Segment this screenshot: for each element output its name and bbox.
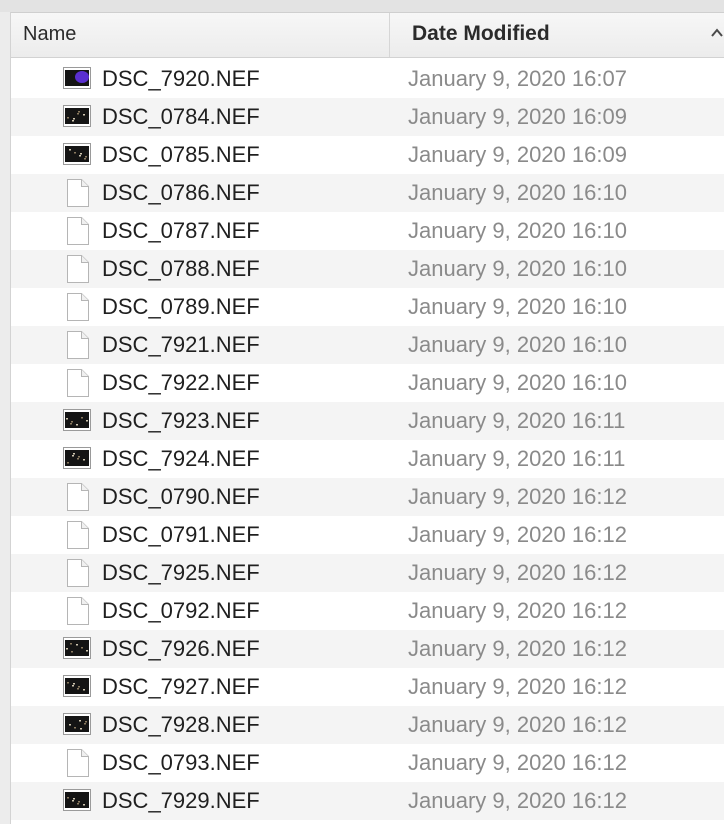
image-thumbnail-icon (63, 409, 91, 431)
file-name: DSC_0789.NEF (102, 294, 260, 319)
file-name: DSC_7929.NEF (102, 788, 260, 813)
file-row[interactable]: DSC_7921.NEF January 9, 2020 16:10 (11, 326, 724, 364)
image-thumbnail-icon (63, 143, 91, 165)
sidebar-edge (0, 12, 11, 824)
file-date-modified: January 9, 2020 16:12 (408, 636, 627, 661)
file-row[interactable]: DSC_7920.NEF January 9, 2020 16:07 (11, 60, 724, 98)
file-row[interactable]: DSC_0784.NEF January 9, 2020 16:09 (11, 98, 724, 136)
file-name: DSC_0793.NEF (102, 750, 260, 775)
file-name: DSC_7926.NEF (102, 636, 260, 661)
image-thumbnail-icon (63, 637, 91, 659)
file-name: DSC_0788.NEF (102, 256, 260, 281)
file-name: DSC_7927.NEF (102, 674, 260, 699)
file-date-modified: January 9, 2020 16:11 (408, 408, 626, 433)
image-thumbnail-icon (63, 713, 91, 735)
document-icon (67, 483, 89, 511)
file-date-modified: January 9, 2020 16:10 (408, 256, 627, 281)
file-row[interactable]: DSC_0789.NEF January 9, 2020 16:10 (11, 288, 724, 326)
name-column-header[interactable]: Name (11, 13, 390, 57)
file-row[interactable]: DSC_7923.NEF January 9, 2020 16:11 (11, 402, 724, 440)
document-icon (67, 293, 89, 321)
file-date-modified: January 9, 2020 16:10 (408, 218, 627, 243)
document-icon (67, 179, 89, 207)
file-date-modified: January 9, 2020 16:12 (408, 560, 627, 585)
file-date-modified: January 9, 2020 16:07 (408, 66, 627, 91)
file-date-modified: January 9, 2020 16:12 (408, 750, 627, 775)
file-name: DSC_0786.NEF (102, 180, 260, 205)
sort-ascending-chevron-icon (711, 28, 723, 37)
image-thumbnail-icon (63, 447, 91, 469)
document-icon (67, 217, 89, 245)
file-date-modified: January 9, 2020 16:12 (408, 484, 627, 509)
file-name: DSC_7923.NEF (102, 408, 260, 433)
file-row[interactable]: DSC_7924.NEF January 9, 2020 16:11 (11, 440, 724, 478)
file-name: DSC_0790.NEF (102, 484, 260, 509)
file-date-modified: January 9, 2020 16:12 (408, 712, 627, 737)
file-name: DSC_0792.NEF (102, 598, 260, 623)
document-icon (67, 369, 89, 397)
document-icon (67, 597, 89, 625)
file-row[interactable]: DSC_7928.NEF January 9, 2020 16:12 (11, 706, 724, 744)
image-thumbnail-icon-purple (63, 67, 91, 89)
file-name: DSC_0785.NEF (102, 142, 260, 167)
date-modified-column-label: Date Modified (412, 22, 550, 45)
file-name: DSC_7924.NEF (102, 446, 260, 471)
file-name: DSC_0791.NEF (102, 522, 260, 547)
file-date-modified: January 9, 2020 16:10 (408, 370, 627, 395)
document-icon (67, 331, 89, 359)
file-date-modified: January 9, 2020 16:10 (408, 332, 627, 357)
document-icon (67, 521, 89, 549)
file-row[interactable]: DSC_0793.NEF January 9, 2020 16:12 (11, 744, 724, 782)
name-column-label: Name (23, 23, 77, 45)
file-date-modified: January 9, 2020 16:12 (408, 674, 627, 699)
document-icon (67, 559, 89, 587)
file-row[interactable]: DSC_7926.NEF January 9, 2020 16:12 (11, 630, 724, 668)
file-name: DSC_7921.NEF (102, 332, 260, 357)
file-row[interactable]: DSC_0792.NEF January 9, 2020 16:12 (11, 592, 724, 630)
file-name: DSC_7920.NEF (102, 66, 260, 91)
file-row[interactable]: DSC_0790.NEF January 9, 2020 16:12 (11, 478, 724, 516)
file-date-modified: January 9, 2020 16:12 (408, 522, 627, 547)
file-row[interactable]: DSC_0786.NEF January 9, 2020 16:10 (11, 174, 724, 212)
document-icon (67, 255, 89, 283)
file-date-modified: January 9, 2020 16:12 (408, 598, 627, 623)
file-row[interactable]: DSC_7927.NEF January 9, 2020 16:12 (11, 668, 724, 706)
file-row[interactable]: DSC_0785.NEF January 9, 2020 16:09 (11, 136, 724, 174)
file-name: DSC_7922.NEF (102, 370, 260, 395)
file-name: DSC_0787.NEF (102, 218, 260, 243)
file-row[interactable]: DSC_7925.NEF January 9, 2020 16:12 (11, 554, 724, 592)
file-date-modified: January 9, 2020 16:09 (408, 142, 627, 167)
file-list: DSC_7920.NEF January 9, 2020 16:07 DSC_078… (11, 60, 724, 820)
date-modified-column-header[interactable]: Date Modified (390, 13, 724, 57)
toolbar-edge (0, 0, 724, 13)
file-row[interactable]: DSC_0788.NEF January 9, 2020 16:10 (11, 250, 724, 288)
document-icon (67, 749, 89, 777)
file-name: DSC_0784.NEF (102, 104, 260, 129)
file-row[interactable]: DSC_0791.NEF January 9, 2020 16:12 (11, 516, 724, 554)
file-row[interactable]: DSC_7929.NEF January 9, 2020 16:12 (11, 782, 724, 820)
image-thumbnail-icon (63, 105, 91, 127)
file-row[interactable]: DSC_7922.NEF January 9, 2020 16:10 (11, 364, 724, 402)
file-date-modified: January 9, 2020 16:10 (408, 180, 627, 205)
image-thumbnail-icon (63, 675, 91, 697)
file-date-modified: January 9, 2020 16:10 (408, 294, 627, 319)
finder-list-view: Name Date Modified DSC_7920.NEF January 9… (0, 0, 724, 824)
file-date-modified: January 9, 2020 16:11 (408, 446, 626, 471)
file-name: DSC_7925.NEF (102, 560, 260, 585)
file-name: DSC_7928.NEF (102, 712, 260, 737)
column-header-bar: Name Date Modified (11, 13, 724, 58)
file-row[interactable]: DSC_0787.NEF January 9, 2020 16:10 (11, 212, 724, 250)
file-date-modified: January 9, 2020 16:12 (408, 788, 627, 813)
file-date-modified: January 9, 2020 16:09 (408, 104, 627, 129)
image-thumbnail-icon (63, 789, 91, 811)
